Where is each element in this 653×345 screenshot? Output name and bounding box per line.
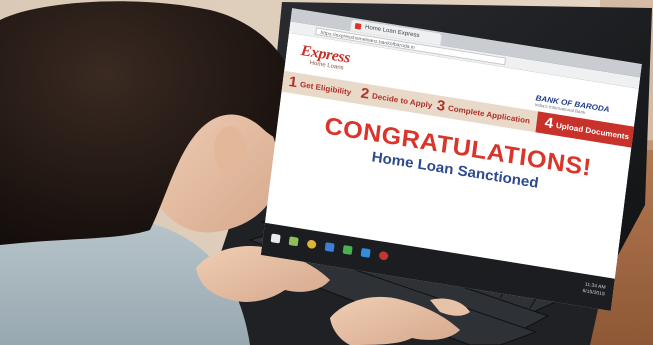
chrome-icon[interactable]	[306, 239, 317, 250]
step-2[interactable]: 2Decide to Apply	[359, 83, 433, 115]
windows-icon[interactable]	[270, 233, 281, 244]
taskbar-clock[interactable]: 11:34 AM 6/15/2015	[582, 281, 606, 298]
step-1[interactable]: 1Get Eligibility	[287, 72, 352, 103]
person-ear	[214, 126, 246, 174]
step-1-number: 1	[287, 73, 299, 92]
step-2-label: Decide to Apply	[371, 91, 433, 110]
step-3[interactable]: 3Complete Application	[435, 95, 531, 131]
step-1-label: Get Eligibility	[299, 80, 352, 97]
search-icon[interactable]	[288, 236, 299, 247]
step-4-label: Upload Documents	[555, 121, 630, 142]
step-3-number: 3	[435, 97, 447, 115]
step-2-number: 2	[359, 85, 371, 103]
tab-favicon-icon	[354, 22, 362, 30]
store-icon[interactable]	[342, 245, 353, 255]
media-icon[interactable]	[378, 250, 389, 261]
step-3-label: Complete Application	[447, 103, 531, 126]
file-explorer-icon[interactable]	[324, 242, 335, 253]
photos-icon[interactable]	[360, 247, 371, 258]
photo-scene: Home Loan Express https://expresshomeloa…	[0, 0, 653, 345]
step-4-number: 4	[543, 114, 555, 133]
